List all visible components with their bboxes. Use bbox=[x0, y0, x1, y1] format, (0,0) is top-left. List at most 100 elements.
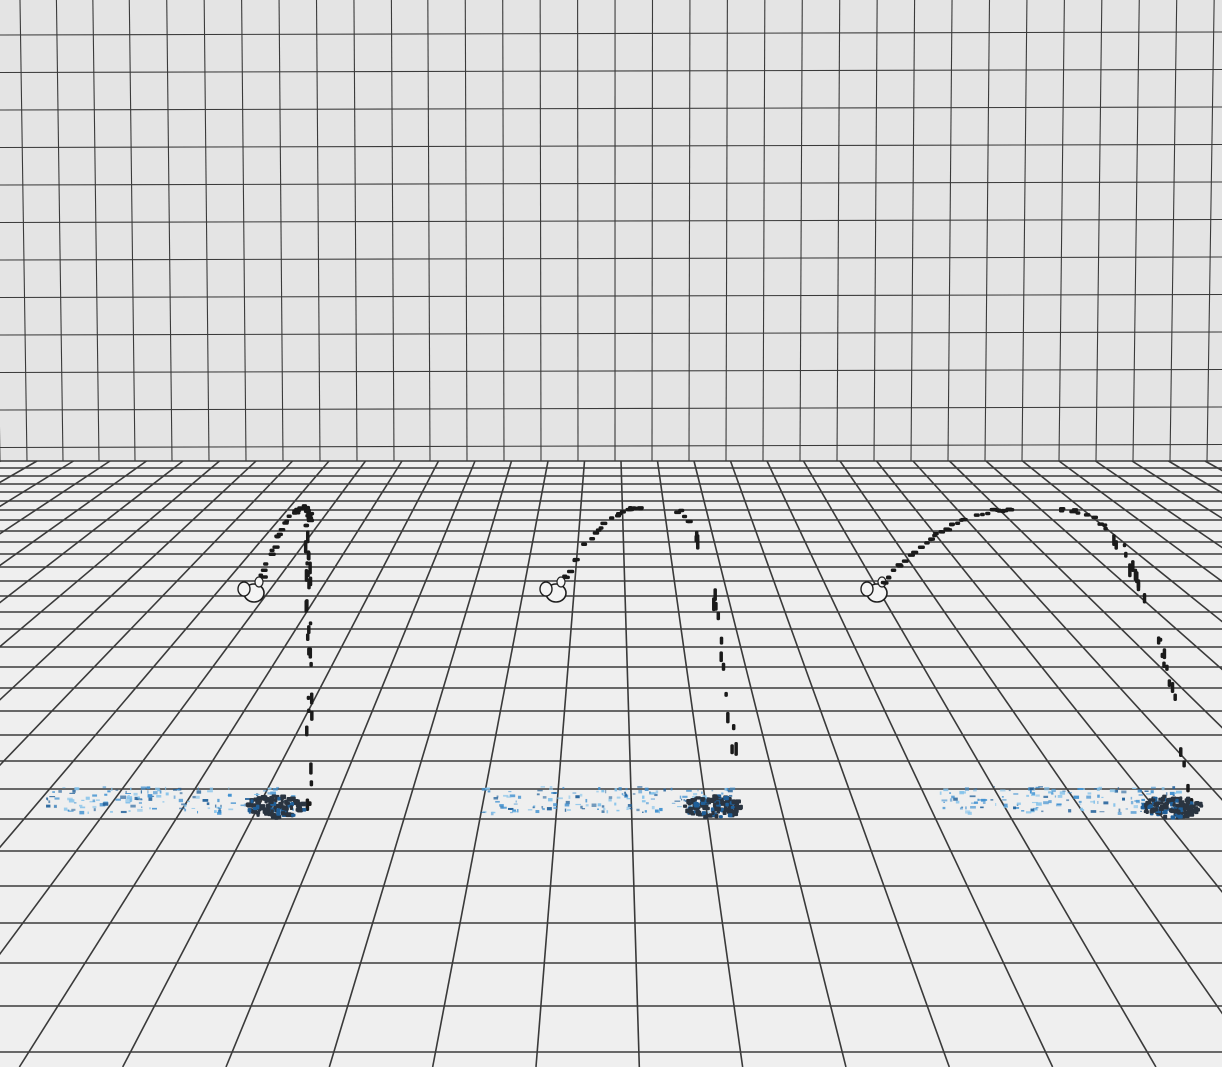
splash-spray-droplet bbox=[548, 798, 553, 802]
splash-spray-droplet bbox=[642, 795, 645, 799]
splash-pool-particle bbox=[1155, 803, 1159, 808]
fluid-particle bbox=[303, 523, 310, 528]
splash-pool-particle bbox=[1162, 802, 1168, 807]
fluid-particle bbox=[681, 514, 688, 519]
splash-spray-droplet bbox=[140, 790, 143, 794]
fluid-particle bbox=[306, 570, 310, 578]
splash-spray-droplet bbox=[965, 810, 971, 814]
splash-pool-particle bbox=[251, 803, 257, 808]
splash-spray-droplet bbox=[650, 798, 655, 800]
splash-spray-droplet bbox=[54, 797, 60, 800]
splash-spray-droplet bbox=[618, 787, 622, 791]
fluid-particle bbox=[272, 545, 280, 549]
fluid-particle bbox=[600, 521, 608, 526]
fluid-particle bbox=[1124, 551, 1128, 558]
splash-pool-particle bbox=[1197, 803, 1202, 807]
splash-spray-droplet bbox=[1135, 799, 1140, 804]
splash-spray-droplet bbox=[508, 790, 512, 793]
splash-spray-droplet bbox=[942, 806, 946, 810]
splash-spray-droplet bbox=[104, 793, 108, 796]
splash-spray-droplet bbox=[267, 787, 272, 790]
splash-spray-droplet bbox=[1132, 787, 1137, 789]
fluid-particle bbox=[305, 599, 309, 611]
fluid-particle bbox=[310, 710, 314, 721]
fluid-particle bbox=[960, 517, 968, 522]
splash-spray-droplet bbox=[621, 793, 624, 795]
splash-spray-droplet bbox=[1175, 790, 1182, 794]
splash-pool-particle bbox=[723, 807, 730, 813]
splash-spray-droplet bbox=[549, 786, 553, 788]
splash-spray-droplet bbox=[92, 805, 97, 809]
splash-spray-droplet bbox=[1041, 810, 1044, 813]
splash-spray-droplet bbox=[663, 788, 666, 792]
splash-spray-droplet bbox=[1130, 811, 1137, 814]
splash-pool-particle bbox=[1160, 796, 1166, 802]
splash-pool-particle bbox=[1163, 814, 1168, 820]
splash-spray-droplet bbox=[654, 809, 659, 813]
splash-spray-droplet bbox=[491, 811, 496, 814]
fluid-particle bbox=[566, 569, 575, 574]
fluid-particle bbox=[719, 651, 723, 663]
splash-spray-droplet bbox=[601, 789, 605, 793]
fluid-particle bbox=[890, 568, 897, 572]
splash-spray-droplet bbox=[120, 810, 127, 814]
splash-spray-droplet bbox=[506, 796, 512, 798]
splash-spray-droplet bbox=[1001, 796, 1004, 798]
splash-spray-droplet bbox=[79, 810, 85, 815]
fluid-particle bbox=[734, 741, 738, 756]
splash-spray-droplet bbox=[1086, 795, 1092, 799]
splash-pool-particle bbox=[733, 808, 739, 813]
splash-spray-droplet bbox=[572, 792, 577, 794]
splash-spray-droplet bbox=[138, 801, 143, 804]
splash-spray-droplet bbox=[156, 794, 162, 798]
splash-spray-droplet bbox=[228, 808, 234, 811]
emitter-nozzle bbox=[860, 581, 874, 597]
splash-spray-droplet bbox=[943, 801, 945, 803]
splash-spray-droplet bbox=[601, 810, 605, 813]
splash-spray-droplet bbox=[527, 808, 533, 811]
fluid-particle bbox=[955, 521, 961, 526]
splash-spray-droplet bbox=[63, 807, 68, 811]
splash-spray-droplet bbox=[553, 792, 557, 795]
splash-spray-droplet bbox=[654, 793, 658, 797]
splash-spray-droplet bbox=[614, 802, 617, 806]
splash-spray-droplet bbox=[728, 794, 733, 797]
splash-pool-particle bbox=[267, 797, 272, 803]
splash-spray-droplet bbox=[1122, 797, 1126, 801]
splash-spray-droplet bbox=[152, 795, 155, 798]
splash-pool-particle bbox=[706, 797, 711, 803]
splash-spray-droplet bbox=[102, 786, 107, 789]
splash-spray-droplet bbox=[263, 790, 268, 792]
fluid-particle bbox=[694, 535, 698, 543]
splash-pool-particle bbox=[286, 797, 293, 802]
splash-spray-droplet bbox=[626, 808, 629, 811]
splash-spray-droplet bbox=[941, 799, 948, 802]
fluid-particle bbox=[938, 530, 944, 534]
splash-spray-droplet bbox=[602, 807, 606, 810]
splash-spray-droplet bbox=[701, 791, 703, 794]
splash-spray-droplet bbox=[214, 804, 217, 808]
splash-spray-droplet bbox=[969, 795, 976, 798]
splash-pool-particle bbox=[289, 805, 294, 811]
splash-spray-droplet bbox=[1077, 787, 1084, 790]
splash-pool-particle bbox=[280, 800, 284, 804]
splash-pool-particle bbox=[735, 799, 741, 804]
splash-spray-droplet bbox=[1032, 791, 1036, 795]
splash-spray-droplet bbox=[585, 798, 588, 803]
splash-spray-droplet bbox=[487, 790, 491, 793]
fluid-particle bbox=[572, 557, 580, 562]
splash-spray-droplet bbox=[48, 800, 51, 804]
fluid-particle bbox=[589, 537, 596, 541]
splash-spray-droplet bbox=[78, 804, 83, 807]
fluid-particle bbox=[598, 526, 604, 530]
splash-spray-droplet bbox=[1016, 802, 1021, 805]
splash-spray-droplet bbox=[553, 807, 558, 809]
splash-spray-droplet bbox=[564, 808, 567, 812]
splash-pool-particle bbox=[1151, 798, 1156, 802]
splash-spray-droplet bbox=[151, 807, 157, 810]
splash-spray-droplet bbox=[58, 790, 62, 793]
splash-spray-droplet bbox=[1027, 787, 1030, 791]
fluid-particle bbox=[309, 661, 313, 667]
splash-spray-droplet bbox=[1029, 787, 1035, 791]
splash-pool-particle bbox=[280, 794, 287, 800]
